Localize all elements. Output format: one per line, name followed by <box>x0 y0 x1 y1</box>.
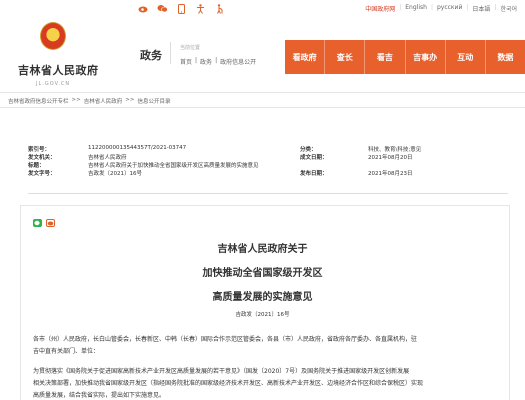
location-label: 当前位置 <box>180 45 201 51</box>
weibo-share-icon[interactable] <box>46 219 55 227</box>
title-label: 标题： <box>28 163 45 169</box>
nav-item-data[interactable]: 数据 <box>484 40 525 74</box>
header-crumb-gov[interactable]: 政务 <box>200 57 212 66</box>
header-crumb-sep: | <box>215 57 218 64</box>
doc-number-value: 吉政发〔2021〕16号 <box>88 171 142 177</box>
meta-row-index: 索引号： 11220000013544357T/2021-03747 分类： 科… <box>28 145 508 153</box>
crumb-sep: >> <box>125 97 135 103</box>
index-value: 11220000013544357T/2021-03747 <box>88 145 187 151</box>
published-date-label: 发布日期： <box>300 171 328 177</box>
crumb-sep: >> <box>71 97 81 103</box>
paragraph-2-line-1: 为贯彻落实《国务院关于促进国家高新技术产业开发区高质量发展的若干意见》（国发〔2… <box>33 368 410 375</box>
header-crumb-info[interactable]: 政府信息公开 <box>220 57 256 66</box>
header-breadcrumb: 首页 | 政务 | 政府信息公开 <box>180 57 256 66</box>
nav-item-government[interactable]: 看政府 <box>285 40 324 74</box>
section-title: 政务 <box>140 49 162 62</box>
meta-row-issuer: 发文机关： 吉林省人民政府 成文日期： 2021年08月20日 <box>28 153 508 161</box>
document-metadata: 索引号： 11220000013544357T/2021-03747 分类： 科… <box>28 145 508 177</box>
lang-korean-link[interactable]: 한국어 <box>500 4 517 13</box>
main-nav: 看政府 查长 看吉 吉事办 互动 数据 <box>285 40 525 74</box>
meta-divider <box>28 193 508 194</box>
published-date-value: 2021年08月23日 <box>368 171 413 177</box>
top-bar: 中国政府网 | English | русский | 日本語 | 한국어 <box>0 0 525 18</box>
elder-icon[interactable] <box>214 3 225 14</box>
header-divider <box>170 42 171 64</box>
crumb-info-column[interactable]: 吉林省政府信息公开专栏 <box>8 97 69 105</box>
header-crumb-sep: | <box>195 57 198 64</box>
doc-number: 吉政发〔2021〕16号 <box>235 312 290 318</box>
doc-title-line-3: 高质量发展的实施意见 <box>212 292 313 303</box>
national-emblem-logo[interactable] <box>40 22 66 50</box>
crumb-catalog[interactable]: 信息公开目录 <box>137 97 170 105</box>
issuer-label: 发文机关： <box>28 155 56 161</box>
issuer-value: 吉林省人民政府 <box>88 155 127 161</box>
breadcrumb-bar: 吉林省政府信息公开专栏 >> 吉林省人民政府 >> 信息公开目录 <box>0 92 525 108</box>
written-date-label: 成文日期： <box>300 155 328 161</box>
nav-item-interaction[interactable]: 互动 <box>444 40 485 74</box>
doc-title-line-2: 加快推动全省国家级开发区 <box>202 268 323 279</box>
paragraph-1-line-1: 各市（州）人民政府，长白山管委会，长春新区、中韩（长春）国际合作示范区管委会，各… <box>33 336 418 343</box>
lang-english-link[interactable]: English <box>405 4 427 13</box>
paragraph-2-line-2: 相关决策部署，加快推动我省国家级开发区（指经国务院批准的国家级经济技术开发区、高… <box>33 380 424 387</box>
accessibility-icon[interactable] <box>195 3 206 14</box>
category-label: 分类： <box>300 147 317 153</box>
doc-number-label: 发文字号： <box>28 171 56 177</box>
wechat-share-icon[interactable] <box>33 219 42 227</box>
lang-japanese-link[interactable]: 日本語 <box>472 4 490 13</box>
language-switcher: 中国政府网 | English | русский | 日本語 | 한국어 <box>365 4 517 13</box>
nav-item-jilin[interactable]: 看吉 <box>364 40 404 74</box>
mobile-icon[interactable] <box>176 3 187 14</box>
wechat-icon[interactable] <box>157 3 168 14</box>
meta-row-title: 标题： 吉林省人民政府关于加快推动全省国家级开发区高质量发展的实施意见 <box>28 161 508 169</box>
lang-gov-link[interactable]: 中国政府网 <box>365 4 395 13</box>
nav-item-services[interactable]: 吉事办 <box>404 40 445 74</box>
breadcrumb: 吉林省政府信息公开专栏 >> 吉林省人民政府 >> 信息公开目录 <box>8 97 170 105</box>
written-date-value: 2021年08月20日 <box>368 155 413 161</box>
site-name[interactable]: 吉林省人民政府 <box>18 62 99 78</box>
title-value: 吉林省人民政府关于加快推动全省国家级开发区高质量发展的实施意见 <box>88 163 259 169</box>
index-label: 索引号： <box>28 147 51 153</box>
nav-item-governor[interactable]: 查长 <box>324 40 364 74</box>
category-value: 科技、教育\科技;意见 <box>368 147 422 153</box>
header-crumb-home[interactable]: 首页 <box>180 57 192 66</box>
paragraph-2-line-3: 高质量发展，结合我省实际，提出如下实施意见。 <box>33 392 166 399</box>
share-icons <box>33 219 55 227</box>
weibo-icon[interactable] <box>138 3 149 14</box>
crumb-provincial-gov[interactable]: 吉林省人民政府 <box>84 97 123 105</box>
site-domain: JL.GOV.CN <box>36 81 71 87</box>
lang-russian-link[interactable]: русский <box>437 4 462 13</box>
meta-row-number: 发文字号： 吉政发〔2021〕16号 发布日期： 2021年08月23日 <box>28 169 508 177</box>
top-icon-group <box>138 3 225 14</box>
paragraph-1-line-2: 吉中直有关部门、单位： <box>33 348 100 355</box>
doc-title-line-1: 吉林省人民政府关于 <box>217 244 308 255</box>
